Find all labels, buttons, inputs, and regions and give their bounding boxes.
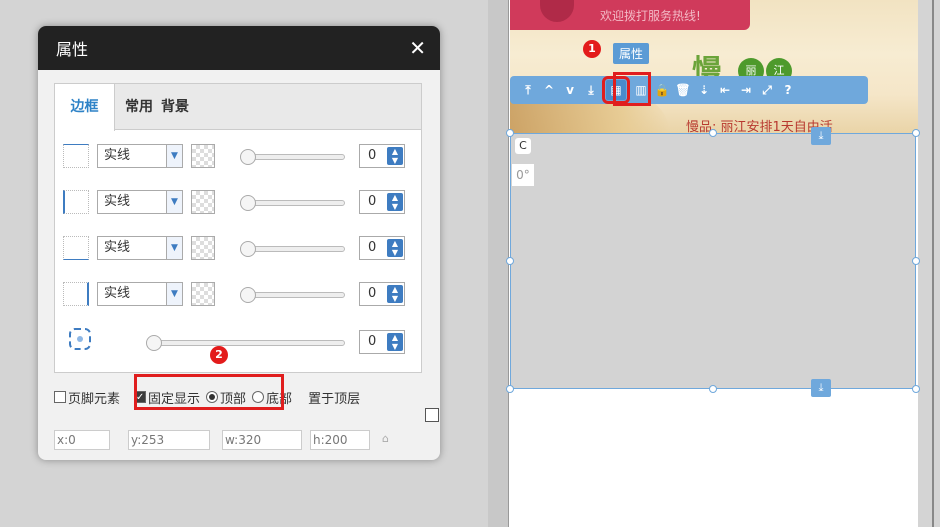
border-row-bottom: 实线 ▼ 0 ▲ ▼	[63, 234, 413, 262]
h-field[interactable]: h:200	[310, 430, 370, 450]
resize-icon[interactable]: ⤢	[757, 80, 777, 100]
y-field[interactable]: y:253	[128, 430, 210, 450]
resize-handle-tm[interactable]	[709, 129, 717, 137]
resize-handle-bm[interactable]	[709, 385, 717, 393]
resize-handle-br[interactable]	[912, 385, 920, 393]
tab-common[interactable]: 常用	[121, 84, 157, 130]
coordinates-bar: x:0 y:253 w:320 h:200 ⌂	[54, 430, 434, 450]
slider-knob[interactable]	[240, 149, 256, 165]
step-badge-1: 1	[583, 40, 601, 58]
element-toolbar: ⤒ ^ v ⤓ ▦ ▥ 🔒 🗑 ⇣ ⇤ ⇥ ⤢ ?	[510, 76, 868, 104]
border-width-input[interactable]: 0 ▲ ▼	[359, 190, 405, 214]
border-bottom-icon	[63, 236, 89, 260]
tab-bar: 边框 常用 背景	[55, 84, 421, 131]
border-style-select[interactable]: 实线 ▼	[97, 236, 183, 260]
border-top-icon	[63, 144, 89, 168]
resize-handle-tl[interactable]	[506, 129, 514, 137]
border-style-select[interactable]: 实线 ▼	[97, 144, 183, 168]
resize-handle-ml[interactable]	[506, 257, 514, 265]
border-width-input[interactable]: 0 ▲ ▼	[359, 236, 405, 260]
move-down-icon[interactable]: v	[560, 80, 580, 100]
border-row-right: 实线 ▼ 0 ▲ ▼	[63, 280, 413, 308]
border-radius-row: 0 ▲ ▼	[63, 328, 413, 356]
border-radius-slider[interactable]	[146, 335, 345, 351]
x-field[interactable]: x:0	[54, 430, 110, 450]
dialog-header: 属性	[38, 26, 440, 70]
border-right-icon	[63, 282, 89, 306]
border-row-top: 实线 ▼ 0 ▲ ▼	[63, 142, 413, 170]
dialog-title: 属性	[56, 40, 89, 59]
border-width-input[interactable]: 0 ▲ ▼	[359, 282, 405, 306]
border-width-slider[interactable]	[240, 195, 345, 211]
border-style-select[interactable]: 实线 ▼	[97, 282, 183, 306]
highlight-box	[134, 374, 284, 410]
anchor-top-icon[interactable]: ⤓	[811, 127, 831, 145]
align-right-icon[interactable]: ⇥	[736, 80, 756, 100]
border-width-slider[interactable]	[240, 149, 345, 165]
border-style-select[interactable]: 实线 ▼	[97, 190, 183, 214]
tab-background[interactable]: 背景	[157, 84, 193, 130]
rotate-icon[interactable]: C	[515, 138, 531, 154]
anchor-bottom-icon[interactable]: ⤓	[811, 379, 831, 397]
border-width-slider[interactable]	[240, 241, 345, 257]
border-row-left: 实线 ▼ 0 ▲ ▼	[63, 188, 413, 216]
resize-handle-bl[interactable]	[506, 385, 514, 393]
footer-element-checkbox[interactable]	[54, 391, 66, 403]
toolbar-highlight-box	[613, 72, 651, 106]
step-badge-2: 2	[210, 346, 228, 364]
aspect-lock-icon[interactable]: ⌂	[382, 432, 394, 446]
color-swatch[interactable]	[191, 190, 215, 214]
bring-to-top-label[interactable]: 置于顶层	[308, 388, 360, 407]
move-to-top-icon[interactable]: ⤒	[518, 80, 538, 100]
delete-icon[interactable]: 🗑	[673, 80, 693, 100]
tab-border[interactable]: 边框	[55, 84, 115, 131]
canvas-right-margin	[918, 0, 940, 527]
border-width-slider[interactable]	[240, 287, 345, 303]
border-width-input[interactable]: 0 ▲ ▼	[359, 144, 405, 168]
close-icon[interactable]: ✕	[409, 36, 426, 60]
rotation-degree: 0°	[512, 164, 534, 186]
color-swatch[interactable]	[191, 282, 215, 306]
download-icon[interactable]: ⇣	[694, 80, 714, 100]
slider-knob[interactable]	[240, 241, 256, 257]
help-icon[interactable]: ?	[778, 80, 798, 100]
slider-knob[interactable]	[240, 287, 256, 303]
banner-hotline-text: 欢迎拨打服务热线!	[600, 9, 701, 23]
phone-icon	[540, 0, 574, 22]
pane-divider	[488, 0, 508, 527]
banner-image: 欢迎拨打服务热线! 慢 丽 江 慢品: 丽江安排1天自由活	[510, 0, 918, 135]
selected-block[interactable]	[510, 133, 916, 389]
slider-knob[interactable]	[240, 195, 256, 211]
attributes-tag[interactable]: 属性	[613, 43, 650, 64]
align-left-icon[interactable]: ⇤	[715, 80, 735, 100]
move-to-bottom-icon[interactable]: ⤓	[581, 80, 601, 100]
border-panel: 边框 常用 背景 实线 ▼ 0 ▲ ▼ 实线 ▼ 0 ▲ ▼ 实线 ▼ 0 ▲ ▼ 实线	[54, 83, 422, 373]
resize-handle-mr[interactable]	[912, 257, 920, 265]
resize-handle-tr[interactable]	[912, 129, 920, 137]
border-radius-icon	[69, 328, 91, 350]
side-checkbox[interactable]	[425, 408, 439, 422]
border-left-icon	[63, 190, 89, 214]
border-radius-input[interactable]: 0 ▲ ▼	[359, 330, 405, 354]
footer-element-label: 页脚元素	[68, 391, 121, 407]
slider-knob[interactable]	[146, 335, 162, 351]
lock-icon[interactable]: 🔒	[652, 80, 672, 100]
banner-hotline-strip: 欢迎拨打服务热线!	[510, 0, 750, 30]
color-swatch[interactable]	[191, 236, 215, 260]
properties-dialog: 属性 ✕ 边框 常用 背景 实线 ▼ 0 ▲ ▼ 实线 ▼ 0 ▲ ▼ 实线 ▼ 0 ▲ ▼	[38, 26, 440, 460]
color-swatch[interactable]	[191, 144, 215, 168]
w-field[interactable]: w:320	[222, 430, 302, 450]
move-up-icon[interactable]: ^	[539, 80, 559, 100]
